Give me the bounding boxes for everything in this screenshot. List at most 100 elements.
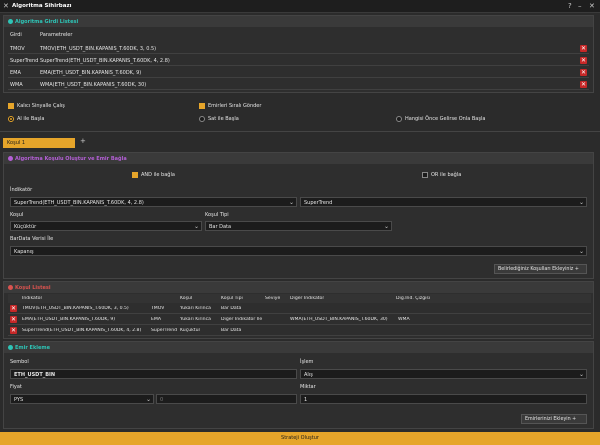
- condition-type-label: Koşul Tipi: [205, 212, 229, 218]
- condition-list-panel: Koşul Listesi İndikatör Koşul Koşul Tipi…: [3, 281, 594, 339]
- indicator-line-select[interactable]: SuperTrend ⌄: [300, 197, 587, 207]
- cell-other-indicator: WMA(ETH_USDT_BIN.KAPANIS_T.60DK, 30): [290, 317, 388, 322]
- indicator-name: EMA: [10, 70, 21, 76]
- chevron-down-icon: ⌄: [288, 199, 294, 206]
- and-checkbox[interactable]: [132, 172, 138, 178]
- symbol-input[interactable]: ETH_USDT_BIN: [10, 369, 297, 379]
- indicator-row[interactable]: SuperTrend SuperTrend(ETH_USDT_BIN.KAPAN…: [8, 55, 589, 66]
- indicator-list-columns: Girdi Parametreler: [8, 29, 589, 40]
- indicator-row[interactable]: TMOV TMOV(ETH_USDT_BIN.KAPANIS_T.60DK, 3…: [8, 43, 589, 54]
- and-label: AND ile bağla: [141, 172, 175, 178]
- th-condition: Koşul: [180, 296, 193, 301]
- chevron-down-icon: ⌄: [578, 248, 584, 255]
- or-checkbox[interactable]: [422, 172, 428, 178]
- condition-type-value: Bar Data: [209, 224, 232, 230]
- action-label: İşlem: [300, 359, 314, 365]
- radio-sell[interactable]: [199, 116, 205, 122]
- delete-icon[interactable]: ✕: [580, 81, 587, 88]
- window-close-icon[interactable]: ✕: [589, 2, 595, 10]
- indicator-list-title: Algoritma Girdi Listesi: [15, 19, 79, 25]
- col-params: Parametreler: [40, 32, 73, 38]
- th-other-indicator: Diğer İndikatör: [290, 296, 325, 301]
- condition-builder-title: Algoritma Koşulu Oluştur ve Emir Bağla: [15, 156, 127, 162]
- cell-other-line: WMA: [398, 317, 410, 322]
- purple-dot-icon: [8, 156, 13, 161]
- indicator-line-value: SuperTrend: [304, 200, 333, 206]
- chevron-down-icon: ⌄: [578, 371, 584, 378]
- condition-select-value: Küçüktür: [14, 224, 37, 230]
- delete-icon[interactable]: ✕: [580, 45, 587, 52]
- ordered-orders-checkbox[interactable]: [199, 103, 205, 109]
- indicator-select[interactable]: SuperTrend(ETH_USDT_BIN.KAPANIS_T.60DK, …: [10, 197, 297, 207]
- chevron-down-icon: ⌄: [578, 199, 584, 206]
- or-label: OR ile bağla: [431, 172, 462, 178]
- th-level: Seviye: [265, 296, 281, 301]
- bar-data-select[interactable]: Kapanış ⌄: [10, 246, 587, 256]
- teal-dot-icon: [8, 345, 13, 350]
- create-strategy-button[interactable]: Strateji Oluştur: [0, 432, 600, 445]
- condition-list-title: Koşul Listesi: [15, 285, 51, 291]
- help-icon[interactable]: ?: [568, 2, 572, 10]
- cell-line: EMA: [151, 317, 162, 322]
- indicator-row[interactable]: EMA EMA(ETH_USDT_BIN.KAPANIS_T.60DK, 9) …: [8, 67, 589, 78]
- radio-any[interactable]: [396, 116, 402, 122]
- quantity-input[interactable]: 1: [300, 394, 587, 404]
- table-row[interactable]: ✕ SuperTrend(ETH_USDT_BIN.KAPANIS_T.60DK…: [8, 326, 591, 336]
- condition-builder-panel: Algoritma Koşulu Oluştur ve Emir Bağla A…: [3, 152, 594, 279]
- price-input-value: 0: [160, 397, 164, 403]
- bar-data-value: Kapanış: [14, 249, 34, 255]
- th-other-line: Diğ.İnd. Çizgisi: [396, 296, 431, 301]
- bar-data-label: BarData Verisi İle: [10, 236, 54, 242]
- symbol-label: Sembol: [10, 359, 29, 365]
- add-tab-icon[interactable]: +: [80, 137, 86, 145]
- table-row[interactable]: ✕ EMA(ETH_USDT_BIN.KAPANIS_T.60DK, 9) EM…: [8, 315, 591, 325]
- table-row[interactable]: ✕ TMOV(ETH_USDT_BIN.KAPANIS_T.60DK, 3, 0…: [8, 304, 591, 314]
- order-title: Emir Ekleme: [15, 345, 50, 351]
- add-conditions-button[interactable]: Belirlediğiniz Koşulları Ekleyiniz +: [494, 264, 587, 274]
- condition-label: Koşul: [10, 212, 24, 218]
- divider: [0, 131, 600, 132]
- close-icon[interactable]: ✕: [3, 2, 9, 10]
- cell-line: SuperTrend: [151, 328, 178, 333]
- action-value: Alış: [304, 372, 313, 378]
- chevron-down-icon: ⌄: [145, 396, 151, 403]
- continuous-signal-checkbox[interactable]: [8, 103, 14, 109]
- condition-type-select[interactable]: Bar Data ⌄: [205, 221, 392, 231]
- radio-buy[interactable]: [8, 116, 14, 122]
- indicator-params: TMOV(ETH_USDT_BIN.KAPANIS_T.60DK, 3, 0.5…: [40, 46, 157, 52]
- col-input: Girdi: [10, 32, 22, 38]
- ordered-orders-label: Emirleri Sıralı Gönder: [208, 103, 262, 109]
- continuous-signal-label: Kalıcı Sinyalle Çalış: [17, 103, 65, 109]
- cell-condition-type: Diğer İndikatör İle: [221, 317, 263, 322]
- delete-icon[interactable]: ✕: [580, 57, 587, 64]
- red-dot-icon: [8, 285, 13, 290]
- th-indicator: İndikatör: [22, 296, 43, 301]
- symbol-value: ETH_USDT_BIN: [14, 372, 56, 378]
- indicator-name: WMA: [10, 82, 23, 88]
- quantity-value: 1: [304, 397, 308, 403]
- delete-icon[interactable]: ✕: [10, 305, 17, 312]
- action-select[interactable]: Alış ⌄: [300, 369, 587, 379]
- delete-icon[interactable]: ✕: [10, 327, 17, 334]
- radio-sell-label: Sat ile Başla: [208, 116, 239, 122]
- add-order-button[interactable]: Emirlerinizi Ekleyin +: [521, 414, 587, 424]
- price-input[interactable]: 0: [156, 394, 297, 404]
- price-type-select[interactable]: PYS ⌄: [10, 394, 154, 404]
- condition-select[interactable]: Küçüktür ⌄: [10, 221, 202, 231]
- tab-condition-1[interactable]: Koşul 1: [3, 138, 75, 148]
- title-bar: ✕ Algoritma Sihirbazı ? – ✕: [0, 0, 600, 13]
- indicator-row[interactable]: WMA WMA(ETH_USDT_BIN.KAPANIS_T.60DK, 30)…: [8, 79, 589, 90]
- window-title: Algoritma Sihirbazı: [12, 3, 72, 9]
- indicator-name: SuperTrend: [10, 58, 39, 64]
- indicator-label: İndikatör: [10, 187, 33, 193]
- table-header: İndikatör Koşul Koşul Tipi Seviye Diğer …: [8, 294, 591, 303]
- indicator-list-header: Algoritma Girdi Listesi: [4, 16, 593, 27]
- order-header: Emir Ekleme: [4, 342, 593, 353]
- delete-icon[interactable]: ✕: [10, 316, 17, 323]
- teal-dot-icon: [8, 19, 13, 24]
- order-panel: Emir Ekleme Sembol İşlem ETH_USDT_BIN Al…: [3, 341, 594, 429]
- cell-condition: Küçüktür: [180, 328, 201, 333]
- minimize-icon[interactable]: –: [578, 2, 582, 10]
- delete-icon[interactable]: ✕: [580, 69, 587, 76]
- create-strategy-label: Strateji Oluştur: [281, 435, 319, 441]
